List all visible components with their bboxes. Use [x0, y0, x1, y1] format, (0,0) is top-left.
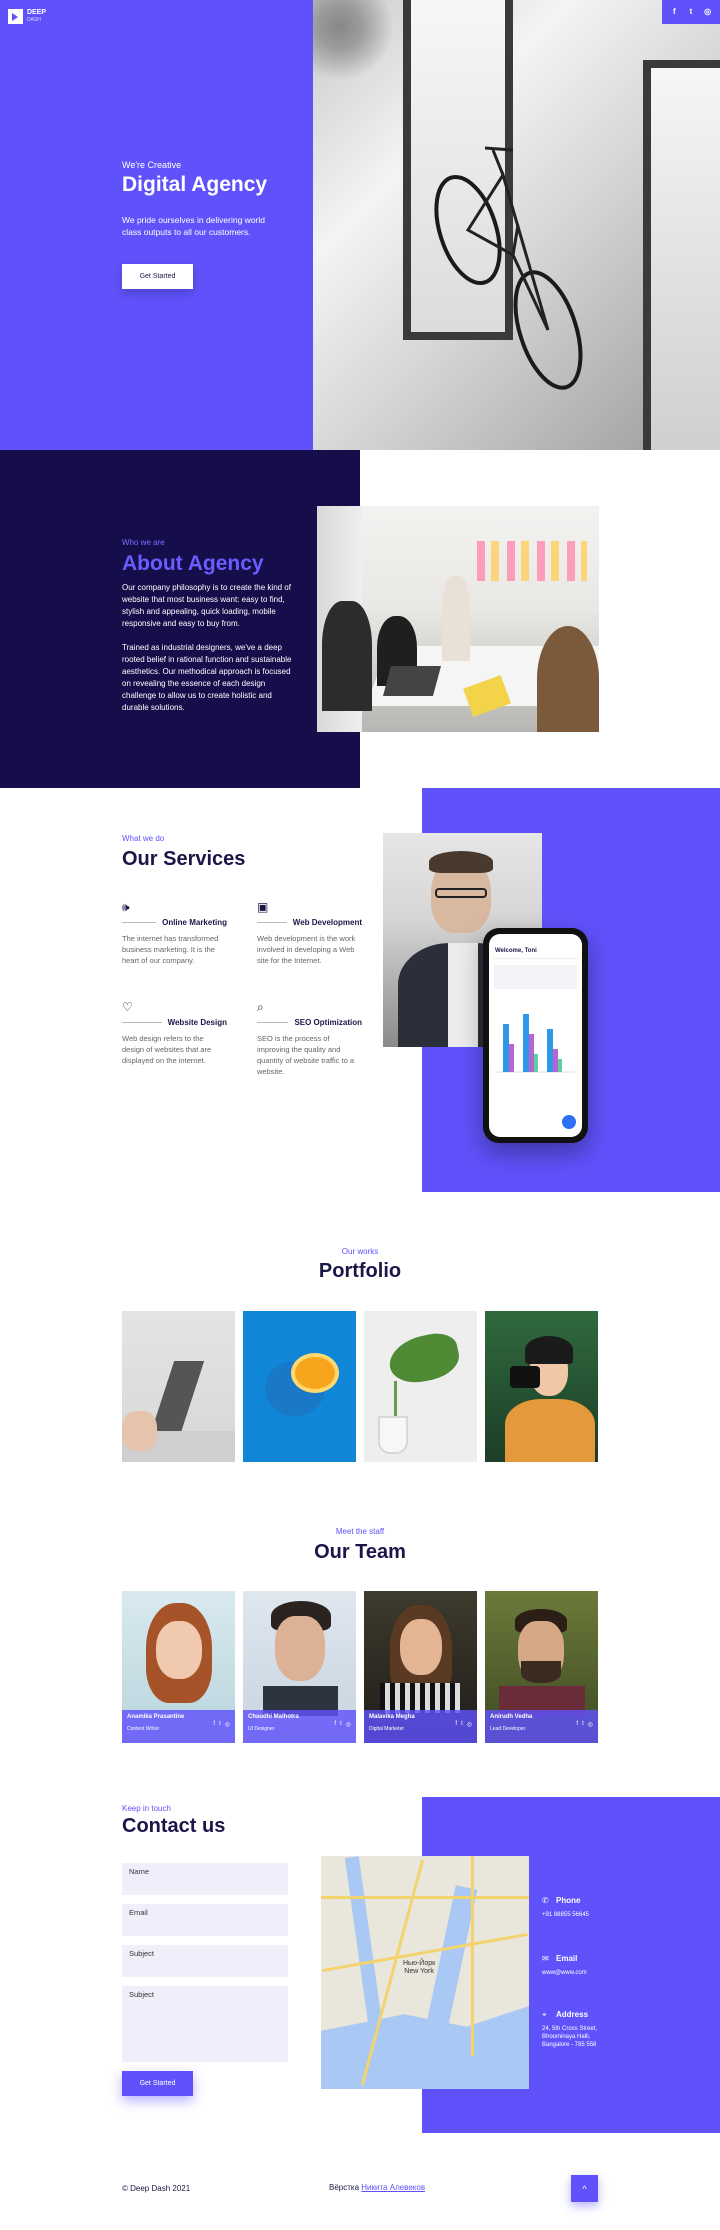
service-name: Website Design: [167, 1018, 227, 1027]
address-label: Address: [556, 2010, 589, 2019]
map-city-label: Нью-Йорк: [403, 1960, 436, 1967]
service-name: Online Marketing: [162, 918, 227, 927]
phone-label: Phone: [556, 1896, 581, 1905]
brand-sub: DASH: [26, 17, 41, 23]
email-value: www@www.com: [542, 1970, 587, 1976]
team-title: Our Team: [314, 1541, 406, 1563]
service-description: Web design refers to the design of websi…: [122, 1034, 212, 1065]
location-pin-icon: ⌖: [542, 2010, 547, 2019]
footer-credit-prefix: Вёрстка: [329, 2183, 360, 2192]
phone-value: +91 88855 56645: [542, 1912, 589, 1918]
portfolio-item-plant[interactable]: [364, 1311, 477, 1462]
email-field[interactable]: Email: [122, 1904, 288, 1936]
team-card: Chaudhi Malhotra UI Designer f t ◎: [243, 1591, 356, 1743]
phone-icon: ✆: [542, 1896, 549, 1905]
instagram-icon[interactable]: ◎: [346, 1721, 351, 1728]
map-city-label-en: New York: [404, 1968, 434, 1975]
address-value: 24, 5th Cross Street, Bhoominaya Halli, …: [542, 2026, 598, 2048]
facebook-icon[interactable]: f: [669, 7, 679, 17]
team-card: Anirudh Vedha Lead Developer f t ◎: [485, 1591, 598, 1743]
email-label: Email: [556, 1954, 578, 1963]
hero-bicycle-photo: [313, 0, 720, 450]
contact-title: Contact us: [122, 1815, 226, 1837]
hero-title: Digital Agency: [122, 173, 268, 196]
service-name: SEO Optimization: [294, 1018, 362, 1027]
brand-name: DEEP: [26, 9, 46, 16]
twitter-icon[interactable]: t: [340, 1721, 342, 1728]
team-member-name: Chaudhi Malhotra: [248, 1714, 299, 1720]
footer-credit: Вёрстка Никита Алевеков: [329, 2183, 425, 2192]
instagram-icon[interactable]: ◎: [703, 7, 713, 17]
get-started-button[interactable]: Get Started: [122, 264, 193, 289]
service-name: Web Development: [292, 918, 362, 927]
contact-email: ✉ Email www@www.com: [542, 1954, 587, 1977]
footer-copyright: © Deep Dash 2021: [122, 2184, 191, 2193]
scroll-to-top-button[interactable]: ^: [571, 2175, 598, 2202]
layout-icon: ▣: [257, 900, 269, 914]
team-eyebrow: Meet the staff: [335, 1527, 385, 1536]
about-paragraph-2: Trained as industrial designers, we've a…: [122, 643, 292, 712]
service-description: SEO is the process of improving the qual…: [257, 1034, 354, 1076]
service-seo-optimization: ⌕ SEO Optimization SEO is the process of…: [257, 1000, 362, 1077]
instagram-icon[interactable]: ◎: [467, 1721, 472, 1728]
megaphone-icon: 🕪: [122, 900, 130, 914]
contact-eyebrow: Keep in touch: [122, 1804, 171, 1813]
service-online-marketing: 🕪 Online Marketing The internet has tran…: [122, 900, 227, 966]
facebook-icon[interactable]: f: [576, 1721, 578, 1728]
message-field[interactable]: Subject: [122, 1986, 288, 2062]
facebook-icon[interactable]: f: [334, 1721, 336, 1728]
search-icon: ⌕: [257, 1000, 264, 1014]
services-title: Our Services: [122, 848, 246, 870]
social-bar: f t ◎: [662, 0, 720, 24]
team-card: Malavika Megha Digital Marketer f t ◎: [364, 1591, 477, 1743]
portfolio-eyebrow: Our works: [341, 1247, 379, 1256]
portfolio-item-laptop[interactable]: [122, 1311, 235, 1462]
facebook-icon[interactable]: f: [213, 1721, 215, 1728]
twitter-icon[interactable]: t: [582, 1721, 584, 1728]
about-title: About Agency: [122, 552, 264, 575]
facebook-icon[interactable]: f: [455, 1721, 457, 1728]
team-member-name: Anamika Prasantine: [127, 1714, 185, 1720]
instagram-icon[interactable]: ◎: [225, 1721, 230, 1728]
phone-header: Welcome, Toni: [495, 948, 537, 954]
contact-submit-button[interactable]: Get Started: [122, 2071, 193, 2096]
subject-field[interactable]: Subject: [122, 1945, 288, 1977]
logo-icon: [8, 8, 23, 24]
contact-address: ⌖ Address 24, 5th Cross Street, Bhoomina…: [542, 2010, 604, 2049]
phone-mockup: Welcome, Toni: [483, 928, 588, 1143]
portfolio-item-orange[interactable]: [243, 1311, 356, 1462]
service-web-development: ▣ Web Development Web development is the…: [257, 900, 362, 966]
brand-logo[interactable]: DEEP DASH: [8, 7, 46, 25]
services-eyebrow: What we do: [122, 834, 165, 843]
hero-description: We pride ourselves in delivering world c…: [122, 215, 265, 237]
service-description: The internet has transformed business ma…: [122, 934, 219, 965]
name-field[interactable]: Name: [122, 1863, 288, 1895]
service-description: Web development is the work involved in …: [257, 934, 356, 965]
team-member-name: Anirudh Vedha: [490, 1714, 533, 1720]
twitter-icon[interactable]: t: [686, 7, 696, 17]
service-website-design: ♡ Website Design Web design refers to th…: [122, 1000, 227, 1066]
footer-credit-link[interactable]: Никита Алевеков: [361, 2183, 425, 2192]
portfolio-title: Portfolio: [318, 1260, 402, 1282]
heart-icon: ♡: [122, 1000, 133, 1014]
mail-icon: ✉: [542, 1954, 549, 1963]
about-eyebrow: Who we are: [122, 538, 165, 547]
team-card: Anamika Prasantine Content Writer f t ◎: [122, 1591, 235, 1743]
portfolio-item-photographer[interactable]: [485, 1311, 598, 1462]
instagram-icon[interactable]: ◎: [588, 1721, 593, 1728]
about-paragraph-1: Our company philosophy is to create the …: [122, 583, 291, 628]
about-meeting-photo: [317, 506, 599, 732]
twitter-icon[interactable]: t: [461, 1721, 463, 1728]
location-map[interactable]: Нью-Йорк New York: [321, 1856, 529, 2089]
team-member-name: Malavika Megha: [369, 1714, 415, 1720]
twitter-icon[interactable]: t: [219, 1721, 221, 1728]
hero-eyebrow: We're Creative: [122, 160, 182, 170]
contact-phone: ✆ Phone +91 88855 56645: [542, 1896, 589, 1919]
